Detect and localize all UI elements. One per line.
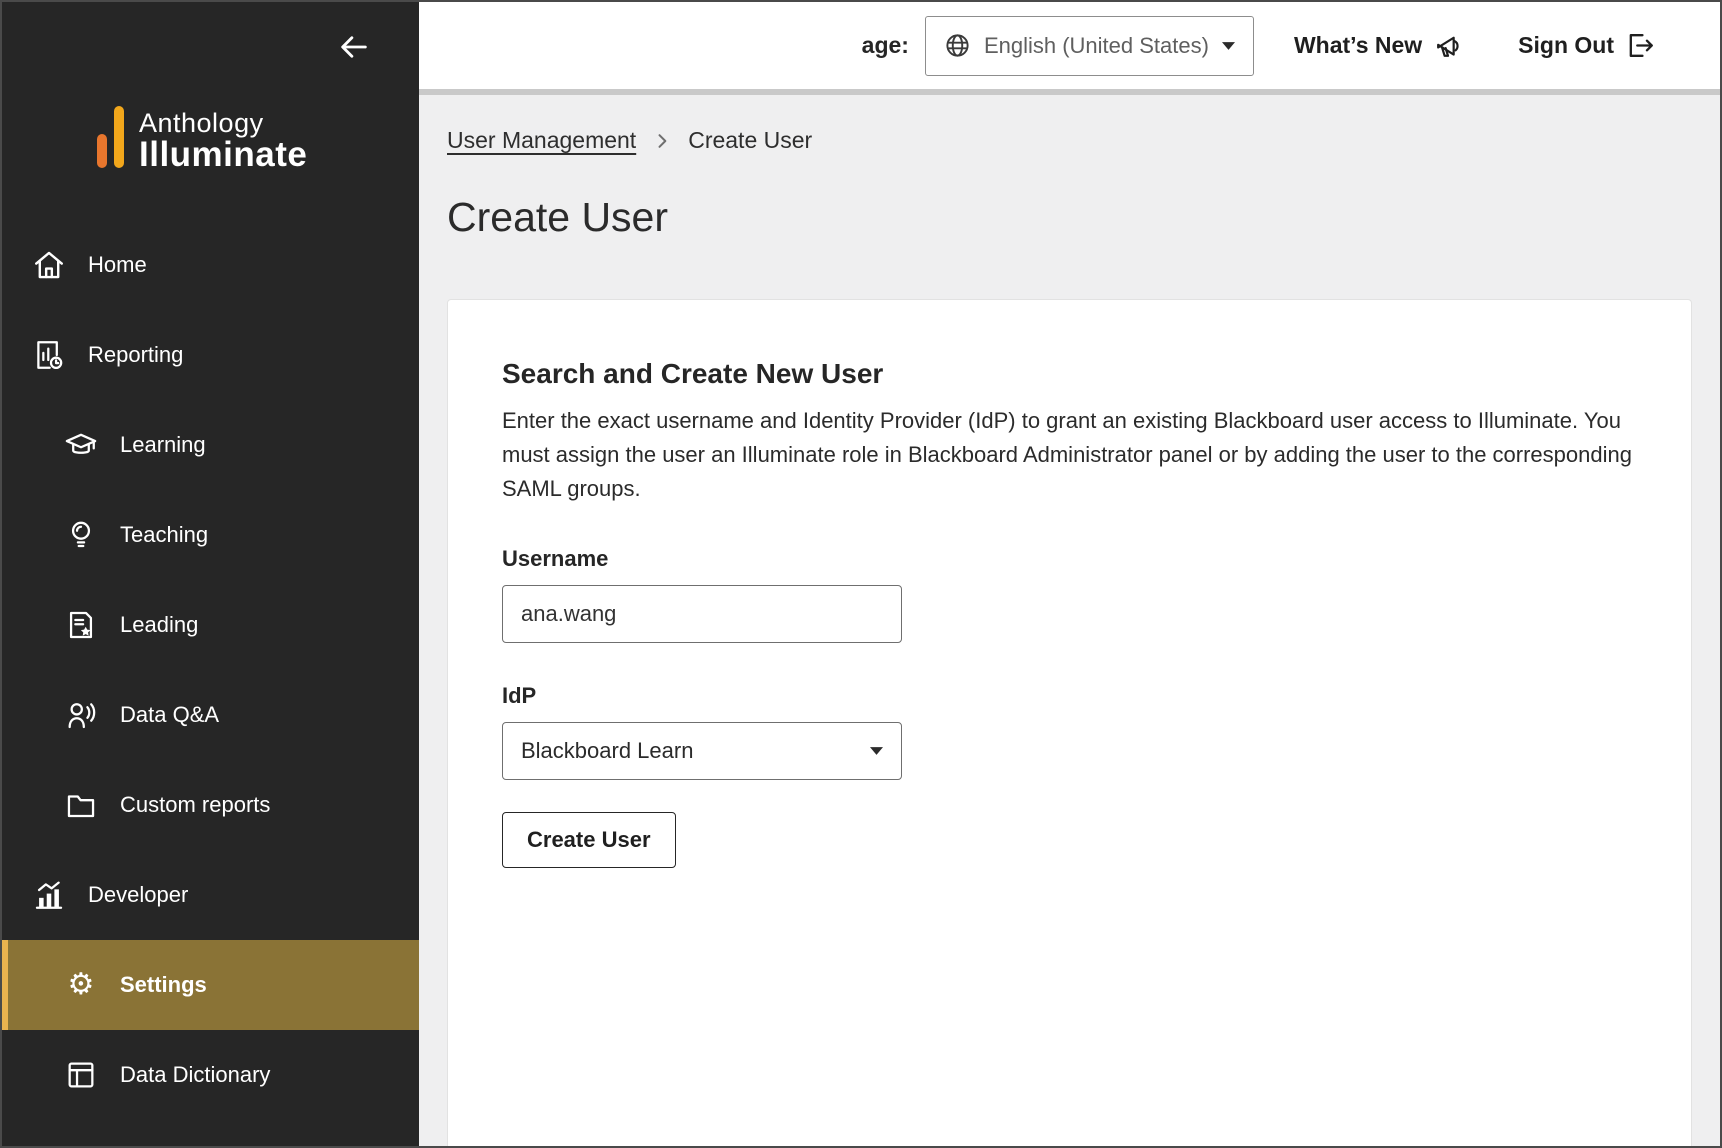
arrow-left-icon [337,30,371,64]
chevron-right-icon [652,131,672,151]
bar-chart-icon [32,878,66,912]
sidebar-item-label: Leading [120,612,198,638]
language-selected-value: English (United States) [984,33,1209,59]
create-user-button[interactable]: Create User [502,812,676,868]
language-selector[interactable]: English (United States) [925,16,1254,76]
sign-out-label: Sign Out [1518,32,1614,59]
sign-out-icon [1625,30,1656,61]
sidebar-item-label: Reporting [88,342,183,368]
sidebar-item-label: Developer [88,882,188,908]
sidebar-menu: Home Reporting Learning Teaching [2,220,419,1120]
sidebar-item-label: Learning [120,432,206,458]
brand-name-line1: Anthology [139,109,307,137]
sidebar-item-learning[interactable]: Learning [2,400,419,490]
page-title: Create User [447,194,1692,241]
brand-logo-mark-icon [97,106,124,174]
sidebar-item-reporting[interactable]: Reporting [2,310,419,400]
sidebar-item-label: Settings [120,972,207,998]
sidebar-collapse-button[interactable] [335,28,373,66]
topbar: age: English (United States) What’s New … [419,2,1720,95]
create-user-card: Search and Create New User Enter the exa… [447,299,1692,1146]
sign-out-link[interactable]: Sign Out [1518,30,1656,61]
idp-label: IdP [502,683,1637,709]
chevron-down-icon [1222,42,1235,50]
whats-new-label: What’s New [1294,32,1422,59]
sidebar-item-data-dictionary[interactable]: Data Dictionary [2,1030,419,1120]
document-star-icon [64,608,98,642]
username-label: Username [502,546,1637,572]
globe-icon [944,32,971,59]
sidebar-item-label: Data Dictionary [120,1062,270,1088]
report-icon [32,338,66,372]
sidebar-item-data-qa[interactable]: Data Q&A [2,670,419,760]
sidebar-item-teaching[interactable]: Teaching [2,490,419,580]
language-label: age: [862,32,909,59]
breadcrumb: User Management Create User [447,127,1692,154]
megaphone-icon [1433,30,1464,61]
content-area: User Management Create User Create User … [419,95,1720,1146]
card-description: Enter the exact username and Identity Pr… [502,404,1637,506]
breadcrumb-user-management-link[interactable]: User Management [447,127,636,154]
app-window: Anthology Illuminate Home Reporting [0,0,1722,1148]
username-input[interactable] [502,585,902,643]
main-column: age: English (United States) What’s New … [419,2,1720,1146]
window-icon [64,1058,98,1092]
sidebar-item-developer[interactable]: Developer [2,850,419,940]
brand-name-line2: Illuminate [139,137,307,174]
graduation-cap-icon [64,428,98,462]
card-heading: Search and Create New User [502,358,1637,390]
sidebar-item-label: Home [88,252,147,278]
home-icon [32,248,66,282]
sidebar-item-settings[interactable]: ⚙ Settings [2,940,419,1030]
sidebar-item-label: Data Q&A [120,702,219,728]
breadcrumb-current: Create User [688,127,812,154]
idp-selected-value: Blackboard Learn [521,738,693,764]
gear-icon: ⚙ [64,968,98,1002]
whats-new-link[interactable]: What’s New [1294,30,1464,61]
chevron-down-icon [870,747,883,755]
sidebar-item-home[interactable]: Home [2,220,419,310]
folder-icon [64,788,98,822]
sidebar-item-label: Custom reports [120,792,270,818]
sidebar-item-custom-reports[interactable]: Custom reports [2,760,419,850]
sidebar: Anthology Illuminate Home Reporting [2,2,419,1146]
brand-logo: Anthology Illuminate [97,106,419,174]
person-waves-icon [64,698,98,732]
idp-select[interactable]: Blackboard Learn [502,722,902,780]
lightbulb-icon [64,518,98,552]
sidebar-item-leading[interactable]: Leading [2,580,419,670]
sidebar-item-label: Teaching [120,522,208,548]
